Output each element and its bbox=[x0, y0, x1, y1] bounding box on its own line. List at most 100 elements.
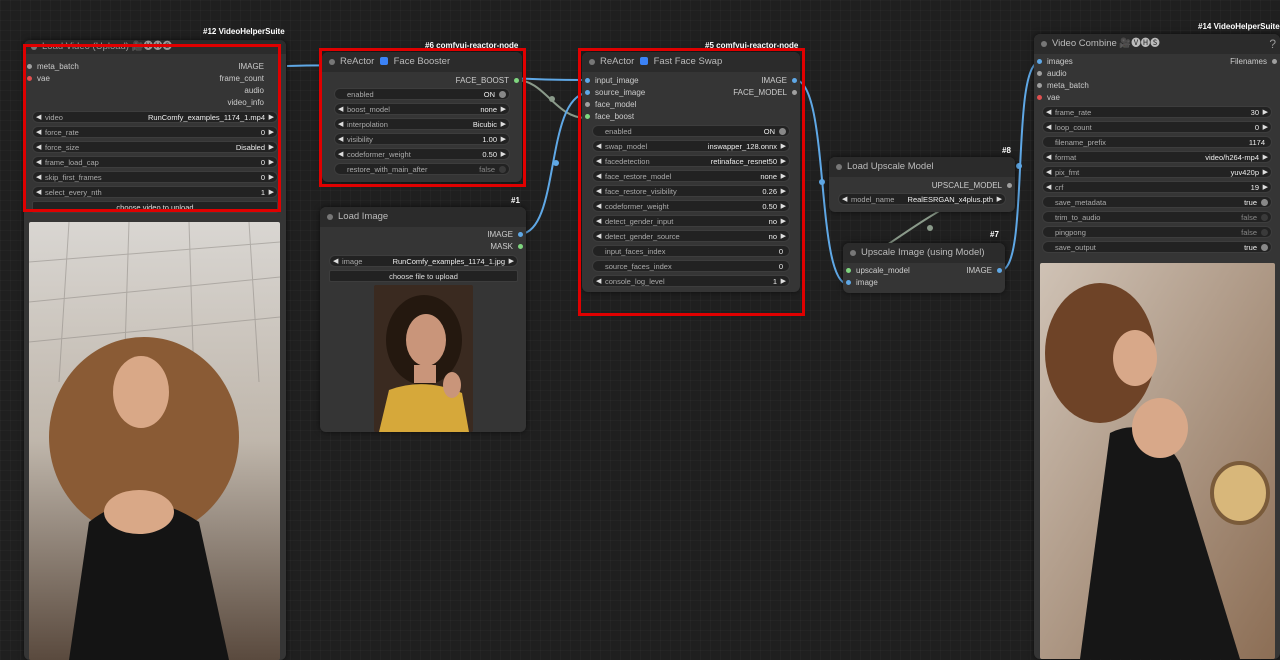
arrow-right-icon[interactable]: ▶ bbox=[781, 141, 786, 153]
arrow-left-icon[interactable]: ◀ bbox=[1046, 122, 1051, 134]
widget-codeformer-weight[interactable]: ◀ codeformer_weight 0.50 ▶ bbox=[334, 148, 510, 160]
arrow-right-icon[interactable]: ▶ bbox=[269, 157, 274, 169]
arrow-left-icon[interactable]: ◀ bbox=[36, 112, 41, 124]
arrow-left-icon[interactable]: ◀ bbox=[596, 171, 601, 183]
arrow-right-icon[interactable]: ▶ bbox=[269, 187, 274, 199]
output-image[interactable]: IMAGE bbox=[238, 61, 274, 73]
help-icon[interactable]: ? bbox=[1269, 34, 1276, 54]
arrow-right-icon[interactable]: ▶ bbox=[781, 201, 786, 213]
output-image[interactable]: IMAGE bbox=[966, 265, 1002, 277]
arrow-left-icon[interactable]: ◀ bbox=[596, 201, 601, 213]
widget-restore-with-main-after[interactable]: restore_with_main_after false bbox=[334, 163, 510, 175]
arrow-right-icon[interactable]: ▶ bbox=[781, 156, 786, 168]
widget-crf[interactable]: ◀ crf 19 ▶ bbox=[1042, 181, 1272, 193]
widget-input-faces-index[interactable]: input_faces_index 0 bbox=[592, 245, 790, 257]
load-video-node[interactable]: Load Video (Upload) 🎥🅥🅗🅢 meta_batch vae … bbox=[24, 40, 286, 660]
widget-enabled[interactable]: enabled ON bbox=[334, 88, 510, 100]
arrow-left-icon[interactable]: ◀ bbox=[36, 157, 41, 169]
arrow-right-icon[interactable]: ▶ bbox=[1263, 122, 1268, 134]
node-title[interactable]: Upscale Image (using Model) bbox=[843, 243, 1005, 263]
node-title[interactable]: Video Combine 🎥🅥🅗🅢 ? bbox=[1034, 34, 1280, 54]
collapse-icon[interactable] bbox=[836, 164, 842, 170]
node-title[interactable]: Load Image bbox=[320, 207, 526, 227]
input-image[interactable]: image bbox=[846, 277, 878, 289]
upscale-image-node[interactable]: Upscale Image (using Model) upscale_mode… bbox=[843, 243, 1005, 293]
arrow-left-icon[interactable]: ◀ bbox=[1046, 152, 1051, 164]
arrow-left-icon[interactable]: ◀ bbox=[333, 256, 338, 268]
arrow-right-icon[interactable]: ▶ bbox=[781, 231, 786, 243]
choose-file-button[interactable]: choose file to upload bbox=[329, 270, 518, 282]
output-image[interactable]: IMAGE bbox=[761, 75, 797, 87]
arrow-right-icon[interactable]: ▶ bbox=[269, 112, 274, 124]
node-title[interactable]: ReActor Face Booster bbox=[322, 52, 522, 72]
output-audio[interactable]: audio bbox=[244, 85, 274, 97]
widget-detect-gender-input[interactable]: ◀ detect_gender_input no ▶ bbox=[592, 215, 790, 227]
input-audio[interactable]: audio bbox=[1037, 68, 1067, 80]
widget-pingpong[interactable]: pingpong false bbox=[1042, 226, 1272, 238]
widget-save-output[interactable]: save_output true bbox=[1042, 241, 1272, 253]
widget-format[interactable]: ◀ format video/h264-mp4 ▶ bbox=[1042, 151, 1272, 163]
input-upscale-model[interactable]: upscale_model bbox=[846, 265, 910, 277]
node-title[interactable]: Load Video (Upload) 🎥🅥🅗🅢 bbox=[24, 40, 286, 54]
arrow-left-icon[interactable]: ◀ bbox=[36, 172, 41, 184]
input-meta-batch[interactable]: meta_batch bbox=[1037, 80, 1089, 92]
arrow-left-icon[interactable]: ◀ bbox=[36, 127, 41, 139]
load-upscale-model-node[interactable]: Load Upscale Model UPSCALE_MODEL ◀ model_… bbox=[829, 157, 1015, 212]
node-title[interactable]: ReActor Fast Face Swap bbox=[582, 52, 800, 72]
arrow-right-icon[interactable]: ▶ bbox=[501, 134, 506, 146]
arrow-right-icon[interactable]: ▶ bbox=[501, 119, 506, 131]
arrow-left-icon[interactable]: ◀ bbox=[596, 141, 601, 153]
arrow-left-icon[interactable]: ◀ bbox=[36, 142, 41, 154]
output-frame-count[interactable]: frame_count bbox=[220, 73, 274, 85]
collapse-icon[interactable] bbox=[589, 59, 595, 65]
toggle-icon[interactable] bbox=[1261, 199, 1268, 206]
widget-skip-first-frames[interactable]: ◀ skip_first_frames 0 ▶ bbox=[32, 171, 278, 183]
widget-source-faces-index[interactable]: source_faces_index 0 bbox=[592, 260, 790, 272]
collapse-icon[interactable] bbox=[327, 214, 333, 220]
arrow-left-icon[interactable]: ◀ bbox=[338, 119, 343, 131]
arrow-left-icon[interactable]: ◀ bbox=[596, 186, 601, 198]
arrow-right-icon[interactable]: ▶ bbox=[997, 194, 1002, 206]
output-video-info[interactable]: video_info bbox=[228, 97, 274, 109]
toggle-icon[interactable] bbox=[1261, 244, 1268, 251]
choose-video-button[interactable]: choose video to upload bbox=[32, 201, 278, 213]
widget-boost-model[interactable]: ◀ boost_model none ▶ bbox=[334, 103, 510, 115]
arrow-right-icon[interactable]: ▶ bbox=[269, 142, 274, 154]
load-image-node[interactable]: Load Image IMAGE MASK ◀ image RunComfy_exa… bbox=[320, 207, 526, 432]
arrow-left-icon[interactable]: ◀ bbox=[596, 216, 601, 228]
widget-visibility[interactable]: ◀ visibility 1.00 ▶ bbox=[334, 133, 510, 145]
widget-interpolation[interactable]: ◀ interpolation Bicubic ▶ bbox=[334, 118, 510, 130]
widget-facedetection[interactable]: ◀ facedetection retinaface_resnet50 ▶ bbox=[592, 155, 790, 167]
node-title[interactable]: Load Upscale Model bbox=[829, 157, 1015, 177]
toggle-icon[interactable] bbox=[499, 91, 506, 98]
widget-select-every-nth[interactable]: ◀ select_every_nth 1 ▶ bbox=[32, 186, 278, 198]
arrow-left-icon[interactable]: ◀ bbox=[338, 149, 343, 161]
arrow-right-icon[interactable]: ▶ bbox=[1263, 107, 1268, 119]
widget-force-size[interactable]: ◀ force_size Disabled ▶ bbox=[32, 141, 278, 153]
output-filenames[interactable]: Filenames bbox=[1230, 56, 1277, 68]
arrow-right-icon[interactable]: ▶ bbox=[781, 186, 786, 198]
input-meta-batch[interactable]: meta_batch bbox=[27, 61, 79, 73]
widget-model-name[interactable]: ◀ model_name RealESRGAN_x4plus.pth ▶ bbox=[838, 193, 1006, 205]
widget-frame-rate[interactable]: ◀ frame_rate 30 ▶ bbox=[1042, 106, 1272, 118]
arrow-right-icon[interactable]: ▶ bbox=[1263, 182, 1268, 194]
widget-image[interactable]: ◀ image RunComfy_examples_1174_1.jpg ▶ bbox=[329, 255, 518, 267]
widget-swap-model[interactable]: ◀ swap_model inswapper_128.onnx ▶ bbox=[592, 140, 790, 152]
toggle-icon[interactable] bbox=[779, 128, 786, 135]
widget-pix-fmt[interactable]: ◀ pix_fmt yuv420p ▶ bbox=[1042, 166, 1272, 178]
toggle-icon[interactable] bbox=[499, 166, 506, 173]
input-face-boost[interactable]: face_boost bbox=[585, 111, 634, 123]
arrow-left-icon[interactable]: ◀ bbox=[842, 194, 847, 206]
widget-face-restore-visibility[interactable]: ◀ face_restore_visibility 0.26 ▶ bbox=[592, 185, 790, 197]
arrow-right-icon[interactable]: ▶ bbox=[509, 256, 514, 268]
widget-frame-load-cap[interactable]: ◀ frame_load_cap 0 ▶ bbox=[32, 156, 278, 168]
toggle-icon[interactable] bbox=[1261, 229, 1268, 236]
collapse-icon[interactable] bbox=[1041, 41, 1047, 47]
widget-enabled[interactable]: enabled ON bbox=[592, 125, 790, 137]
arrow-right-icon[interactable]: ▶ bbox=[1263, 152, 1268, 164]
widget-save-metadata[interactable]: save_metadata true bbox=[1042, 196, 1272, 208]
arrow-left-icon[interactable]: ◀ bbox=[1046, 182, 1051, 194]
arrow-right-icon[interactable]: ▶ bbox=[269, 172, 274, 184]
input-input-image[interactable]: input_image bbox=[585, 75, 639, 87]
arrow-left-icon[interactable]: ◀ bbox=[596, 231, 601, 243]
